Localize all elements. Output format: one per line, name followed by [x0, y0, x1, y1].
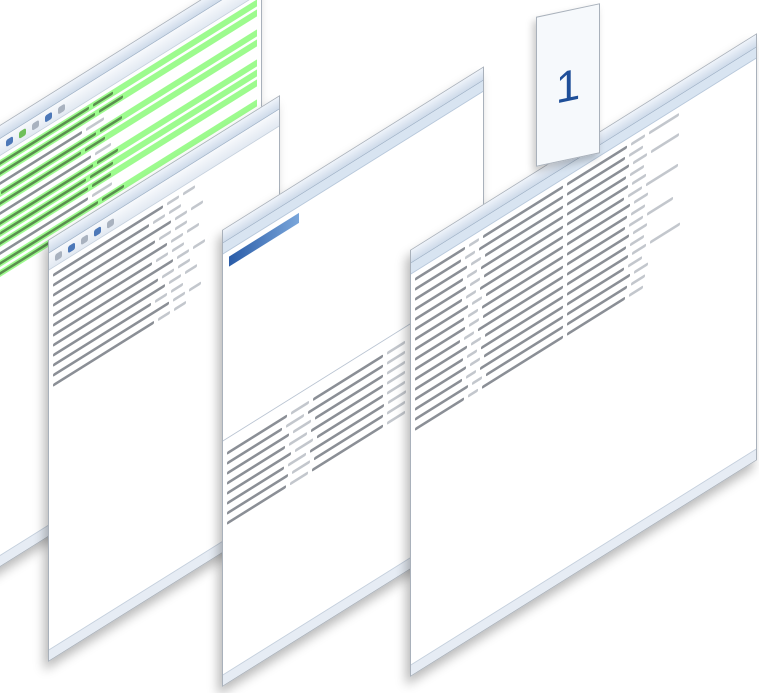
toolbar-icon[interactable] — [19, 127, 26, 139]
toolbar-icon[interactable] — [32, 119, 39, 131]
window-stack: 1 — [0, 0, 759, 693]
toolbar-icon[interactable] — [6, 135, 13, 147]
toolbar-icon[interactable] — [107, 217, 114, 229]
toolbar-icon[interactable] — [58, 102, 65, 115]
status-bar — [411, 448, 756, 676]
toolbar-icon[interactable] — [68, 241, 75, 254]
count-badge: 1 — [536, 3, 600, 167]
badge-number: 1 — [555, 59, 581, 114]
toolbar-icon[interactable] — [94, 225, 101, 237]
toolbar-icon[interactable] — [55, 249, 62, 262]
toolbar-icon[interactable] — [81, 233, 88, 245]
toolbar-icon[interactable] — [45, 111, 52, 123]
